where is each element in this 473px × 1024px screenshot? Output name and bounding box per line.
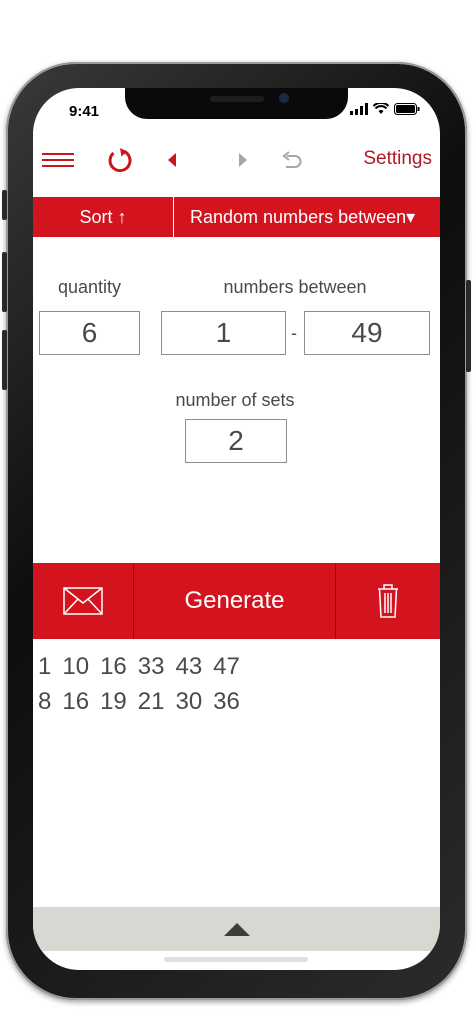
trash-icon [378, 584, 398, 618]
range-min-field[interactable]: 1 [161, 311, 286, 355]
status-time: 9:41 [69, 103, 100, 120]
mute-switch [2, 190, 7, 220]
volume-up-button [2, 252, 7, 312]
result-number: 30 [175, 688, 203, 715]
signal-icon [350, 103, 368, 115]
back-button[interactable] [159, 143, 185, 177]
action-bar: Generate [33, 563, 440, 639]
mail-icon [63, 587, 103, 615]
back-icon [168, 153, 176, 167]
result-number: 36 [213, 688, 240, 715]
result-number: 43 [175, 653, 203, 680]
generate-button[interactable]: Generate [134, 563, 336, 639]
results-list: 1 10 16 33 43 47 8 16 19 21 30 36 [38, 649, 251, 719]
result-set: 8 16 19 21 30 36 [38, 684, 251, 719]
tab-bar: Sort ↑ Random numbers between▾ [33, 197, 440, 237]
range-max-field[interactable]: 49 [304, 311, 430, 355]
range-label: numbers between [223, 277, 367, 297]
forward-icon [239, 153, 247, 167]
refresh-button[interactable] [103, 143, 137, 177]
volume-down-button [2, 330, 7, 390]
app-screen: 9:41 Settings Sort ↑ Random numbers betw… [33, 88, 440, 970]
menu-button[interactable] [39, 143, 77, 177]
undo-icon [282, 151, 302, 168]
quantity-label: quantity [57, 277, 122, 297]
expand-bar[interactable] [33, 907, 440, 951]
status-icons [350, 103, 420, 115]
result-number: 1 [38, 653, 52, 680]
notch [125, 88, 348, 119]
result-number: 16 [100, 653, 127, 680]
quantity-field[interactable]: 6 [39, 311, 140, 355]
home-indicator [164, 957, 308, 962]
undo-button[interactable] [277, 143, 307, 177]
front-camera [279, 93, 289, 103]
result-number: 10 [62, 653, 90, 680]
result-number: 8 [38, 688, 52, 715]
power-button [466, 280, 471, 372]
trash-button[interactable] [336, 563, 440, 639]
forward-button[interactable] [230, 143, 256, 177]
mail-button[interactable] [33, 563, 134, 639]
sets-label: number of sets [175, 390, 295, 410]
result-number: 16 [62, 688, 90, 715]
result-set: 1 10 16 33 43 47 [38, 649, 251, 684]
wifi-icon [373, 103, 389, 114]
battery-icon [394, 103, 420, 115]
speaker [210, 96, 264, 102]
result-number: 47 [213, 653, 240, 680]
result-number: 21 [137, 688, 165, 715]
mode-dropdown[interactable]: Random numbers between▾ [174, 197, 440, 237]
refresh-icon [108, 148, 132, 173]
chevron-up-icon [223, 922, 250, 936]
menu-icon [42, 153, 74, 167]
result-number: 33 [137, 653, 165, 680]
settings-button[interactable]: Settings [363, 148, 432, 170]
range-separator: - [291, 323, 297, 343]
sets-field[interactable]: 2 [185, 419, 287, 463]
result-number: 19 [100, 688, 127, 715]
sort-tab[interactable]: Sort ↑ [33, 197, 174, 237]
